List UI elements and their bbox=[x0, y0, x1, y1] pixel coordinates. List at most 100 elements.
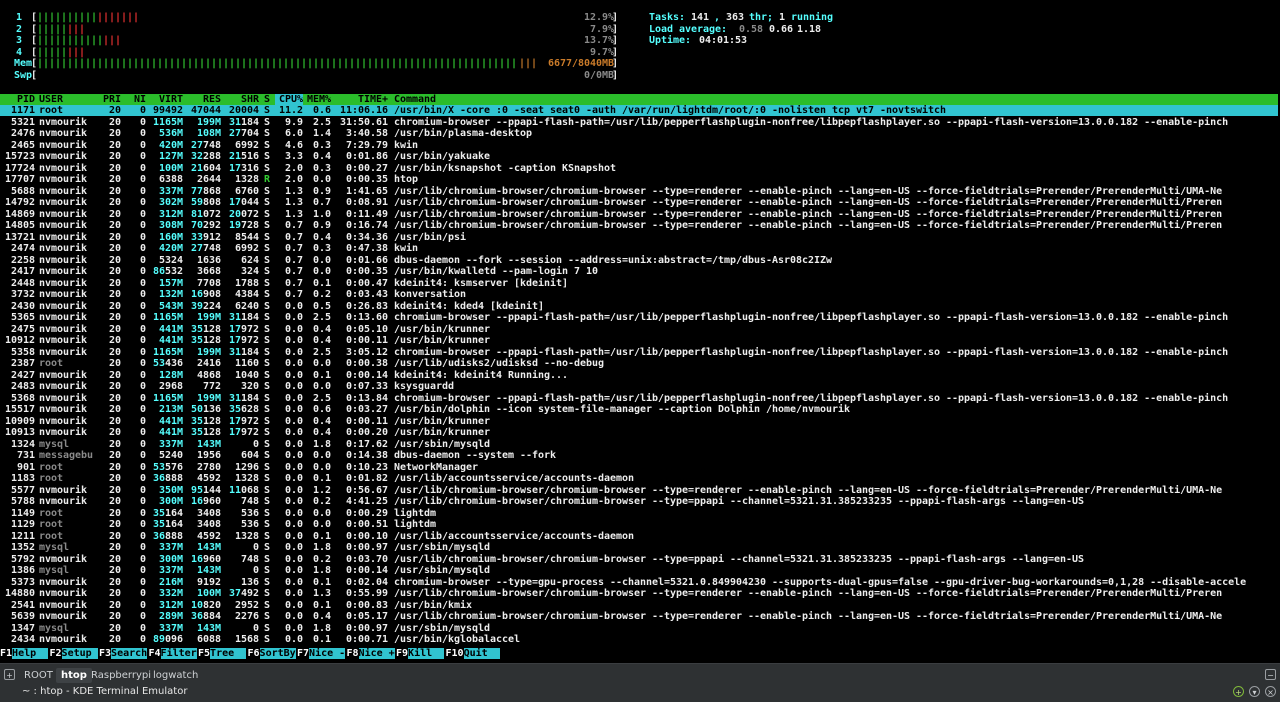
process-row[interactable]: 14869 nvmourik 20 0 312M 81072 20072 S 1.3 1.0 0:1… bbox=[0, 209, 1280, 221]
ni-cell: 0 bbox=[139, 243, 146, 254]
col-mem[interactable]: MEM% bbox=[305, 94, 331, 106]
pid-cell: 14792 bbox=[4, 197, 35, 208]
process-row[interactable]: 13721 nvmourik 20 0 160M 33912 8544 S 0.7 0.4 0:34… bbox=[0, 232, 1280, 244]
process-row[interactable]: 14792 nvmourik 20 0 302M 59808 17044 S 1.3 0.7 0:0… bbox=[0, 197, 1280, 209]
pri-cell: 20 bbox=[108, 162, 121, 174]
close-tab-icon[interactable]: − bbox=[1265, 669, 1276, 680]
process-row[interactable]: 2434 nvmourik 20 0 89096 6088 1568 S 0.0 0.1 0:00.… bbox=[0, 634, 1280, 646]
fkey-f1[interactable]: F1Help bbox=[0, 648, 49, 659]
fkey-f2[interactable]: F2Setup bbox=[49, 648, 98, 659]
process-row[interactable]: 10912 nvmourik 20 0 441M 35128 17972 S 0.0 0.4 0:0… bbox=[0, 335, 1280, 347]
col-user[interactable]: USER bbox=[39, 94, 63, 106]
process-row[interactable]: 2417 nvmourik 20 0 86532 3668 324 S 0.7 0.0 0:00.3… bbox=[0, 266, 1280, 278]
process-row[interactable]: 5358 nvmourik 20 0 1165M 199M 31184 S 0.0 2.5 3:05… bbox=[0, 347, 1280, 359]
process-row[interactable]: 5577 nvmourik 20 0 350M 95144 11068 S 0.0 1.2 0:56… bbox=[0, 485, 1280, 497]
col-command[interactable]: Command bbox=[394, 94, 436, 106]
process-row[interactable]: 5639 nvmourik 20 0 289M 36884 2276 S 0.0 0.4 0:05.… bbox=[0, 611, 1280, 623]
ni-cell: 0 bbox=[139, 576, 146, 588]
process-row[interactable]: 5688 nvmourik 20 0 337M 77868 6760 S 1.3 0.9 1:41.… bbox=[0, 186, 1280, 198]
process-row[interactable]: 1129 root 20 0 35164 3408 536 S 0.0 0.0 0:00.51 lig… bbox=[0, 519, 1280, 531]
tab-root[interactable]: ROOT bbox=[19, 668, 58, 683]
col-time[interactable]: TIME+ bbox=[340, 94, 388, 106]
fkey-f5[interactable]: F5Tree bbox=[198, 648, 247, 659]
mem-cell: 0.1 bbox=[312, 277, 331, 289]
fkey-f10[interactable]: F10Quit bbox=[445, 648, 500, 659]
fkey-f9[interactable]: F9Kill bbox=[396, 648, 445, 659]
cpu-cell: 0.0 bbox=[284, 346, 303, 358]
tab-raspberrypi[interactable]: Raspberrypi bbox=[86, 668, 156, 683]
process-row[interactable]: 17724 nvmourik 20 0 100M 21604 17316 S 2.0 0.3 0:0… bbox=[0, 163, 1280, 175]
process-row[interactable]: 1183 root 20 0 36888 4592 1328 S 0.0 0.1 0:01.82/u… bbox=[0, 473, 1280, 485]
mem-cell: 2.5 bbox=[312, 116, 331, 128]
col-ni[interactable]: NI bbox=[125, 94, 146, 106]
fkey-f7[interactable]: F7Nice - bbox=[297, 648, 346, 659]
process-row[interactable]: 2258 nvmourik 20 0 5324 1636 624 S 0.7 0.0 0:01.66… bbox=[0, 255, 1280, 267]
ni-cell: 0 bbox=[139, 323, 146, 335]
process-row[interactable]: 3732 nvmourik 20 0 132M 16908 4384 S 0.7 0.2 0:03.… bbox=[0, 289, 1280, 301]
process-row[interactable]: 1211 root 20 0 36888 4592 1328 S 0.0 0.1 0:00.10/u… bbox=[0, 531, 1280, 543]
state-cell: S bbox=[264, 116, 271, 128]
col-res[interactable]: RES bbox=[187, 94, 221, 106]
process-row[interactable]: 14805 nvmourik 20 0 308M 70292 19728 S 0.7 0.9 0:1… bbox=[0, 220, 1280, 232]
process-row[interactable]: 1149 root 20 0 35164 3408 536 S 0.0 0.0 0:00.29 lig… bbox=[0, 508, 1280, 520]
new-tab-icon[interactable]: + bbox=[4, 669, 15, 680]
process-row[interactable]: 17707 nvmourik 20 0 6388 2644 1328 R 2.0 0.0 0:00.… bbox=[0, 174, 1280, 186]
process-row[interactable]: 1352 mysql 20 0 337M 143M 0 S 0.0 1.8 0:00.97/usr/… bbox=[0, 542, 1280, 554]
process-row[interactable]: 5365 nvmourik 20 0 1165M 199M 31184 S 0.0 2.5 0:13… bbox=[0, 312, 1280, 324]
process-row[interactable]: 10909 nvmourik 20 0 441M 35128 17972 S 0.0 0.4 0:0… bbox=[0, 416, 1280, 428]
state-cell: S bbox=[264, 197, 271, 208]
col-cpu[interactable]: CPU% bbox=[275, 93, 303, 105]
process-row[interactable]: 2387 root 20 0 53436 2416 1160 S 0.0 0.0 0:00.38/u… bbox=[0, 358, 1280, 370]
process-row[interactable]: 15723 nvmourik 20 0 127M 32288 21516 S 3.3 0.4 0:0… bbox=[0, 151, 1280, 163]
process-row[interactable]: 5788 nvmourik 20 0 300M 16960 748 S 0.0 0.2 4:41.2… bbox=[0, 496, 1280, 508]
process-row[interactable]: 2427 nvmourik 20 0 128M 4868 1040 S 0.0 0.1 0:00.1… bbox=[0, 370, 1280, 382]
shr-cell: 1040 bbox=[234, 369, 259, 381]
virt-cell: 289M bbox=[158, 611, 183, 622]
process-row[interactable]: 5373 nvmourik 20 0 216M 9192 136 S 0.0 0.1 0:02.04… bbox=[0, 577, 1280, 589]
process-row[interactable]: 1386 mysql 20 0 337M 143M 0 S 0.0 1.8 0:00.14/usr/… bbox=[0, 565, 1280, 577]
col-pid[interactable]: PID bbox=[0, 94, 35, 106]
command-cell: /usr/bin/kmix bbox=[394, 599, 473, 611]
fkey-f4[interactable]: F4Filter bbox=[148, 648, 197, 659]
ni-cell: 0 bbox=[139, 484, 146, 496]
command-cell: /usr/bin/yakuake bbox=[394, 151, 491, 162]
process-row[interactable]: 15517 nvmourik 20 0 213M 50136 35628 S 0.0 0.6 0:0… bbox=[0, 404, 1280, 416]
process-row[interactable]: 2465 nvmourik 20 0 420M 27748 6992 S 4.6 0.3 7:29.… bbox=[0, 140, 1280, 152]
shr-cell: 11068 bbox=[228, 484, 259, 496]
col-state[interactable]: S bbox=[264, 94, 270, 106]
col-virt[interactable]: VIRT bbox=[148, 94, 183, 106]
process-row[interactable]: 2430 nvmourik 20 0 543M 39224 6240 S 0.0 0.5 0:26.… bbox=[0, 301, 1280, 313]
process-row[interactable]: 5321 nvmourik 20 0 1165M 199M 31184 S 9.9 2.5 31:5… bbox=[0, 117, 1280, 129]
col-shr[interactable]: SHR bbox=[224, 94, 259, 106]
process-row[interactable]: 5792 nvmourik 20 0 300M 16960 748 S 0.0 0.2 0:03.7… bbox=[0, 554, 1280, 566]
process-row[interactable]: 2483 nvmourik 20 0 2968 772 320 S 0.0 0.0 0:07.33 k… bbox=[0, 381, 1280, 393]
process-row[interactable]: 2475 nvmourik 20 0 441M 35128 17972 S 0.0 0.4 0:05… bbox=[0, 324, 1280, 336]
fkey-f8[interactable]: F8Nice + bbox=[346, 648, 395, 659]
time-cell: 3:40.58 bbox=[345, 128, 388, 139]
process-row[interactable]: 1347 mysql 20 0 337M 143M 0 S 0.0 1.8 0:00.97/usr/… bbox=[0, 623, 1280, 635]
pid-cell: 2427 bbox=[10, 369, 35, 381]
pri-cell: 20 bbox=[108, 312, 121, 323]
process-row[interactable]: 731 messagebu 20 0 5240 1956 604 S 0.0 0.0 0:14.38… bbox=[0, 450, 1280, 462]
col-pri[interactable]: PRI bbox=[95, 94, 121, 106]
add-session-icon[interactable]: + bbox=[1233, 686, 1244, 697]
process-row[interactable]: 2476 nvmourik 20 0 536M 108M 27704 S 6.0 1.4 3:40.… bbox=[0, 128, 1280, 140]
mem-cell: 2.5 bbox=[312, 392, 331, 404]
fkey-f6[interactable]: F6SortBy bbox=[247, 648, 296, 659]
process-row[interactable]: 2541 nvmourik 20 0 312M 10820 2952 S 0.0 0.1 0:00.… bbox=[0, 600, 1280, 612]
process-row[interactable]: 14880 nvmourik 20 0 332M 100M 37492 S 0.0 1.3 0:55… bbox=[0, 588, 1280, 600]
process-row[interactable]: 2448 nvmourik 20 0 157M 7708 1788 S 0.7 0.1 0:00.4… bbox=[0, 278, 1280, 290]
menu-icon[interactable]: ▾ bbox=[1249, 686, 1260, 697]
process-row[interactable]: 901 root 20 0 53576 2780 1296 S 0.0 0.0 0:10.23 Net… bbox=[0, 462, 1280, 474]
fkey-f3[interactable]: F3Search bbox=[99, 648, 148, 659]
state-cell: S bbox=[264, 415, 271, 427]
quit-icon[interactable]: × bbox=[1265, 686, 1276, 697]
tab-logwatch[interactable]: logwatch bbox=[148, 668, 203, 683]
state-cell: S bbox=[264, 565, 271, 576]
process-row[interactable]: 5368 nvmourik 20 0 1165M 199M 31184 S 0.0 2.5 0:13… bbox=[0, 393, 1280, 405]
process-row[interactable]: 10913 nvmourik 20 0 441M 35128 17972 S 0.0 0.4 0:0… bbox=[0, 427, 1280, 439]
process-row-selected[interactable]: 1171 root 20 0 99492 47044 20004 S 11.2 0.6 11:06.… bbox=[0, 105, 1280, 117]
process-row[interactable]: 2474 nvmourik 20 0 420M 27748 6992 S 0.7 0.3 0:47.… bbox=[0, 243, 1280, 255]
terminal-area[interactable]: 1 [ ||||||||||||||||| 12.9% ] 2 [ ||||||… bbox=[0, 0, 1280, 663]
process-row[interactable]: 1324 mysql 20 0 337M 143M 0 S 0.0 1.8 0:17.62/usr/… bbox=[0, 439, 1280, 451]
